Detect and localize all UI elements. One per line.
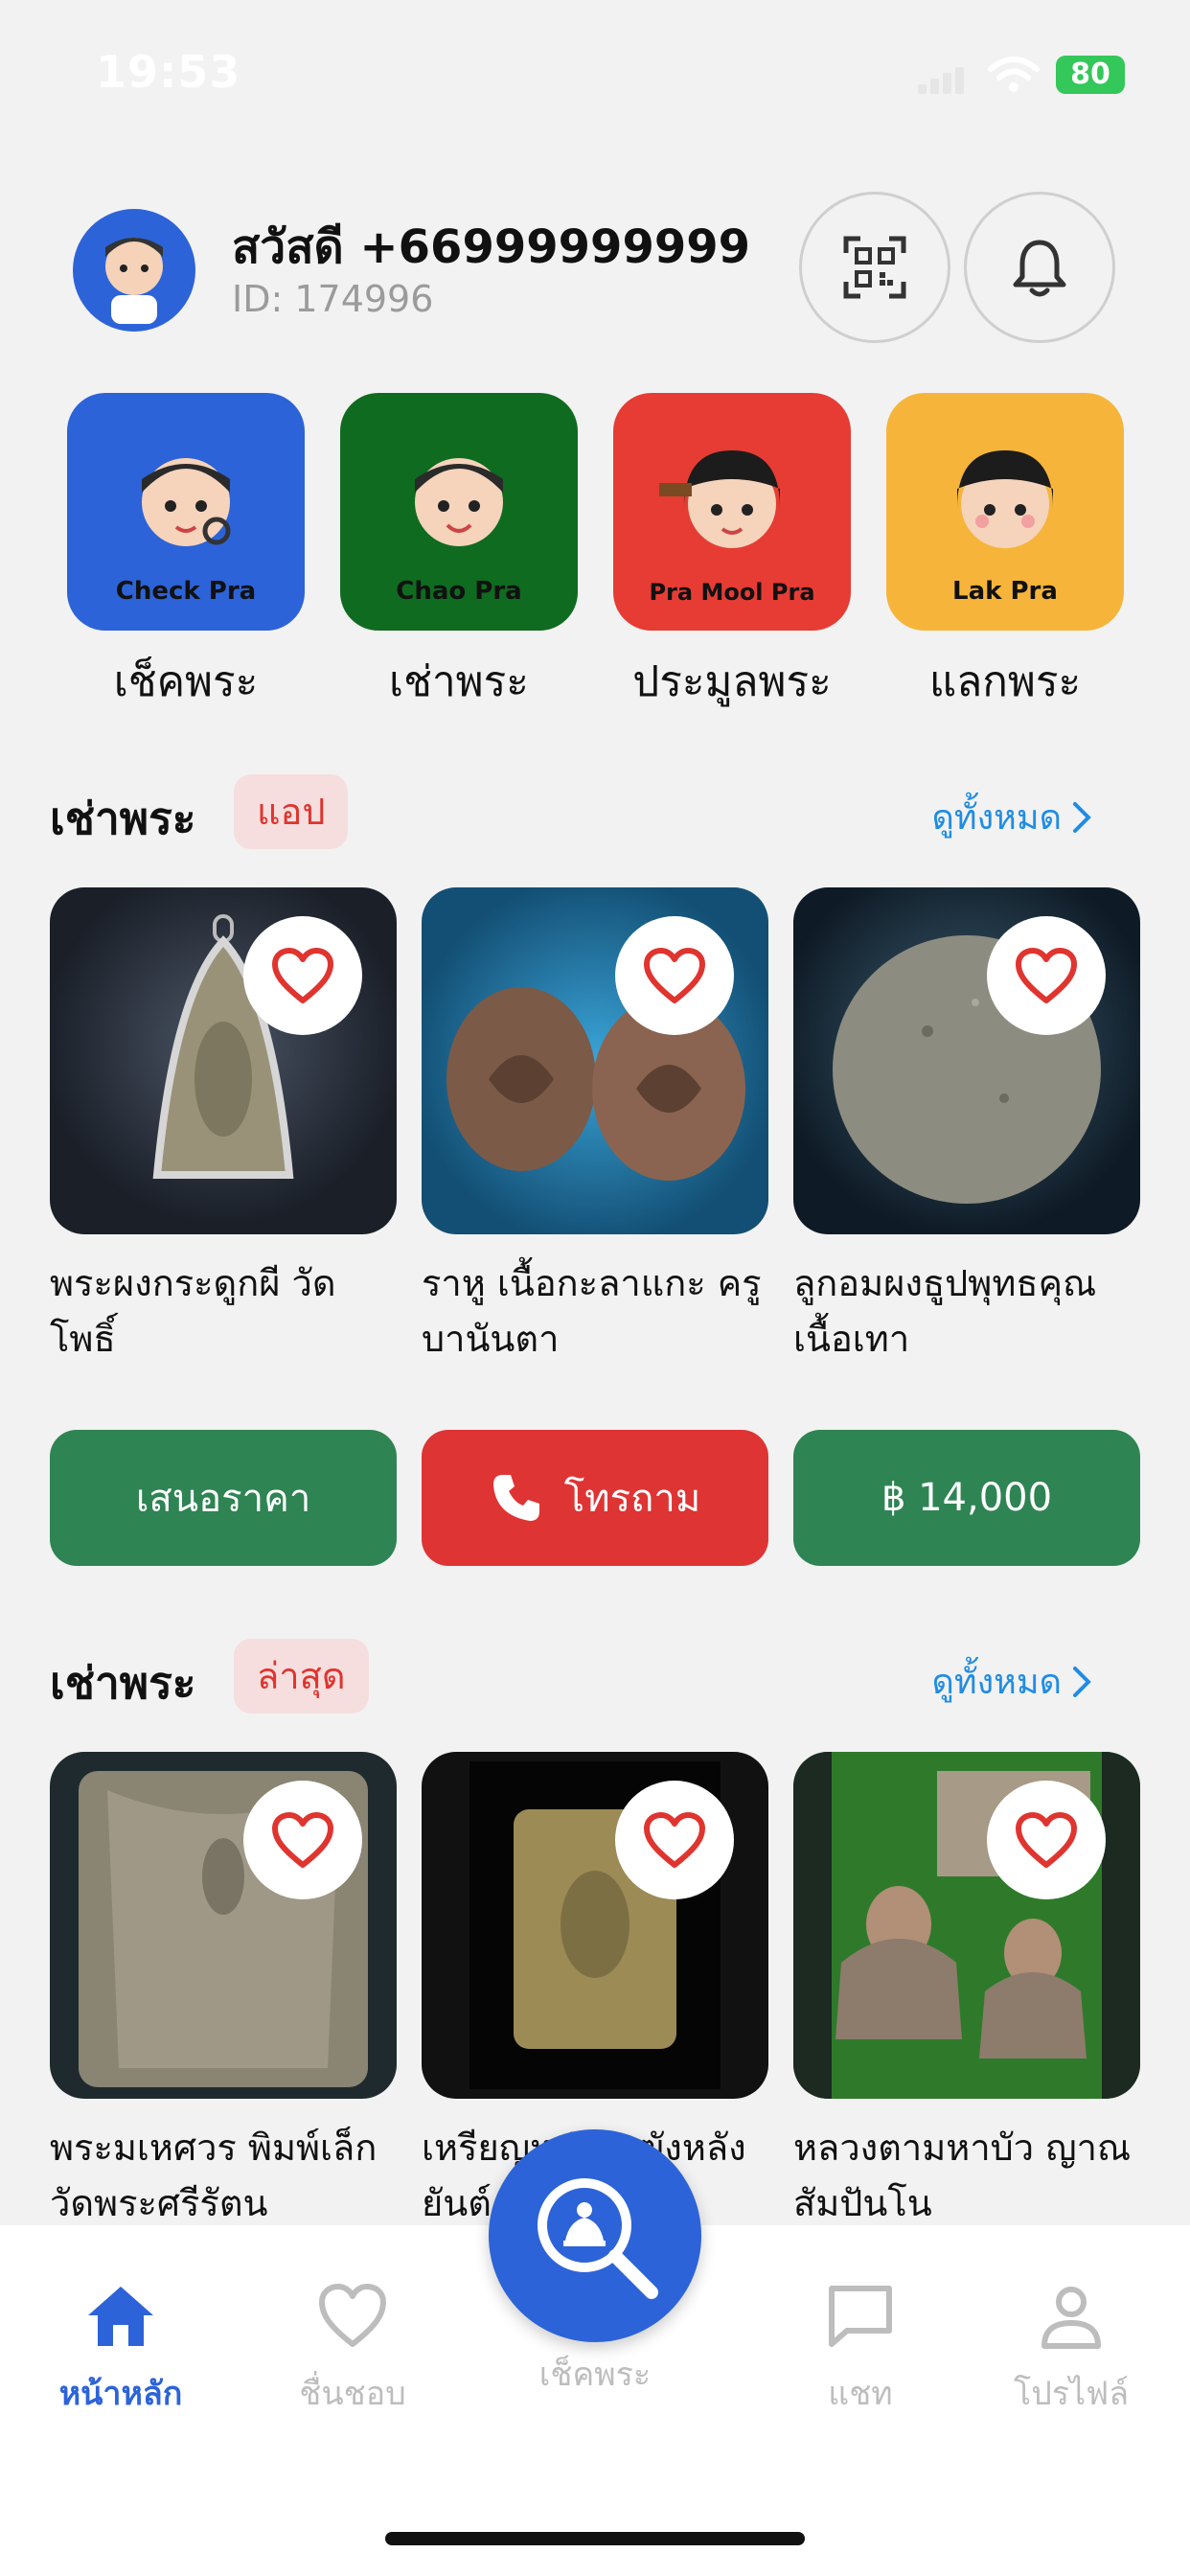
- greeting-text: สวัสดี +66999999999: [232, 220, 751, 274]
- nav-check-label: เช็คพระ: [538, 2356, 652, 2394]
- product-title: หลวงตามหาบัว ญาณสัมปันโน: [793, 2127, 1132, 2224]
- home-icon: [88, 2287, 153, 2346]
- heart-icon: [644, 948, 705, 1003]
- section-title: เช่าพระ: [50, 793, 196, 844]
- offer-price-label: เสนอราคา: [135, 1477, 311, 1521]
- product-card[interactable]: หลวงตามหาบัว ญาณสัมปันโน: [793, 1752, 1140, 2231]
- category-badge: Pra Mool Pra: [649, 579, 815, 606]
- heart-outline-icon: [319, 2284, 386, 2347]
- nav-favorites[interactable]: ชื่นชอบ: [257, 2283, 448, 2419]
- nav-chat[interactable]: แชท: [765, 2283, 956, 2419]
- nav-check[interactable]: เช็คพระ: [499, 2334, 691, 2400]
- category-label: เช็คพระ: [113, 657, 259, 706]
- product-image[interactable]: [793, 887, 1140, 1234]
- category-lak-pra[interactable]: Lak Pra แลกพระ: [886, 393, 1124, 715]
- qr-scan-button[interactable]: [799, 192, 950, 343]
- category-pra-mool-pra[interactable]: Pra Mool Pra ประมูลพระ: [613, 393, 851, 715]
- product-card[interactable]: พระมเหศวร พิมพ์เล็ก วัดพระศรีรัตน: [50, 1752, 397, 2231]
- header: สวัสดี +66999999999 ID: 174996: [0, 192, 1190, 355]
- product-image[interactable]: [50, 887, 397, 1234]
- favorite-button[interactable]: [243, 1781, 362, 1899]
- see-all-label: ดูทั้งหมด: [931, 1663, 1062, 1702]
- category-check-pra[interactable]: Check Pra เช็คพระ: [67, 393, 305, 715]
- category-badge: Check Pra: [115, 577, 257, 606]
- nav-home-label: หน้าหลัก: [58, 2375, 183, 2413]
- category-tile[interactable]: Check Pra: [67, 393, 305, 631]
- favorite-button[interactable]: [987, 916, 1106, 1035]
- category-badge: Chao Pra: [396, 577, 522, 606]
- avatar[interactable]: [73, 209, 195, 332]
- mascot-icon: [415, 458, 503, 546]
- category-badge: Lak Pra: [952, 577, 1058, 606]
- chevron-right-icon: [1073, 1666, 1091, 1697]
- heart-icon: [1016, 948, 1077, 1003]
- section-tag: ล่าสุด: [234, 1639, 369, 1714]
- product-image[interactable]: [422, 1752, 768, 2099]
- status-bar: 19:53 80: [0, 0, 1190, 144]
- product-image[interactable]: [422, 887, 768, 1234]
- product-image[interactable]: [793, 1752, 1140, 2099]
- category-tile[interactable]: Pra Mool Pra: [613, 393, 851, 631]
- category-label: เช่าพระ: [389, 657, 529, 706]
- qr-code-icon: [843, 236, 906, 299]
- nav-home[interactable]: หน้าหลัก: [25, 2283, 217, 2419]
- category-label: แลกพระ: [928, 657, 1082, 706]
- mascot-icon: [659, 450, 780, 548]
- call-button[interactable]: โทรถาม: [422, 1430, 768, 1566]
- person-icon: [1041, 2287, 1101, 2349]
- see-all-link[interactable]: ดูทั้งหมด: [931, 1654, 1094, 1709]
- favorite-button[interactable]: [243, 916, 362, 1035]
- price-button[interactable]: ฿ 14,000: [793, 1430, 1140, 1566]
- notification-button[interactable]: [964, 192, 1115, 343]
- product-title: พระผงกระดูกผี วัดโพธิ์: [50, 1262, 336, 1360]
- nav-profile-label: โปรไฟล์: [1013, 2375, 1130, 2413]
- category-label: ประมูลพระ: [632, 657, 832, 706]
- heart-icon: [272, 948, 333, 1003]
- chevron-right-icon: [1073, 801, 1091, 833]
- favorite-button[interactable]: [615, 916, 734, 1035]
- category-chao-pra[interactable]: Chao Pra เช่าพระ: [340, 393, 578, 715]
- price-label: ฿ 14,000: [881, 1476, 1053, 1520]
- battery-icon: 80: [1056, 56, 1125, 94]
- see-all-label: ดูทั้งหมด: [931, 798, 1062, 838]
- product-title: พระมเหศวร พิมพ์เล็ก วัดพระศรีรัตน: [50, 2127, 378, 2224]
- product-image[interactable]: [50, 1752, 397, 2099]
- nav-profile[interactable]: โปรไฟล์: [975, 2283, 1167, 2419]
- offer-price-button[interactable]: เสนอราคา: [50, 1430, 397, 1566]
- category-tile[interactable]: Lak Pra: [886, 393, 1124, 631]
- product-card[interactable]: ราหู เนื้อกะลาแกะ ครูบานันตา: [422, 887, 768, 1367]
- status-time: 19:53: [96, 46, 241, 98]
- home-indicator: [385, 2532, 805, 2545]
- product-title: ลูกอมผงธูปพุทธคุณ เนื้อเทา: [793, 1262, 1097, 1360]
- nav-favorites-label: ชื่นชอบ: [299, 2375, 406, 2413]
- phone-icon: [492, 1475, 539, 1521]
- see-all-link[interactable]: ดูทั้งหมด: [931, 790, 1094, 844]
- user-id: ID: 174996: [232, 278, 434, 320]
- heart-icon: [272, 1812, 333, 1868]
- check-amulet-fab[interactable]: [489, 2129, 701, 2342]
- favorite-button[interactable]: [615, 1781, 734, 1899]
- section-title: เช่าพระ: [50, 1657, 196, 1709]
- heart-icon: [644, 1812, 705, 1868]
- bell-icon: [1013, 240, 1066, 297]
- nav-chat-label: แชท: [828, 2375, 893, 2413]
- signal-icon: [918, 65, 968, 94]
- mascot-icon: [142, 458, 231, 546]
- section-tag: แอป: [234, 774, 349, 849]
- wifi-icon: [988, 57, 1040, 92]
- favorite-button[interactable]: [987, 1781, 1106, 1899]
- product-card[interactable]: พระผงกระดูกผี วัดโพธิ์: [50, 887, 397, 1367]
- category-tile[interactable]: Chao Pra: [340, 393, 578, 631]
- magnifier-buddha-icon: [538, 2178, 658, 2299]
- product-title: ราหู เนื้อกะลาแกะ ครูบานันตา: [422, 1262, 762, 1360]
- product-card[interactable]: ลูกอมผงธูปพุทธคุณ เนื้อเทา: [793, 887, 1140, 1367]
- mascot-icon: [957, 450, 1053, 548]
- heart-icon: [1016, 1812, 1077, 1868]
- chat-icon: [829, 2286, 892, 2347]
- call-label: โทรถาม: [563, 1477, 701, 1521]
